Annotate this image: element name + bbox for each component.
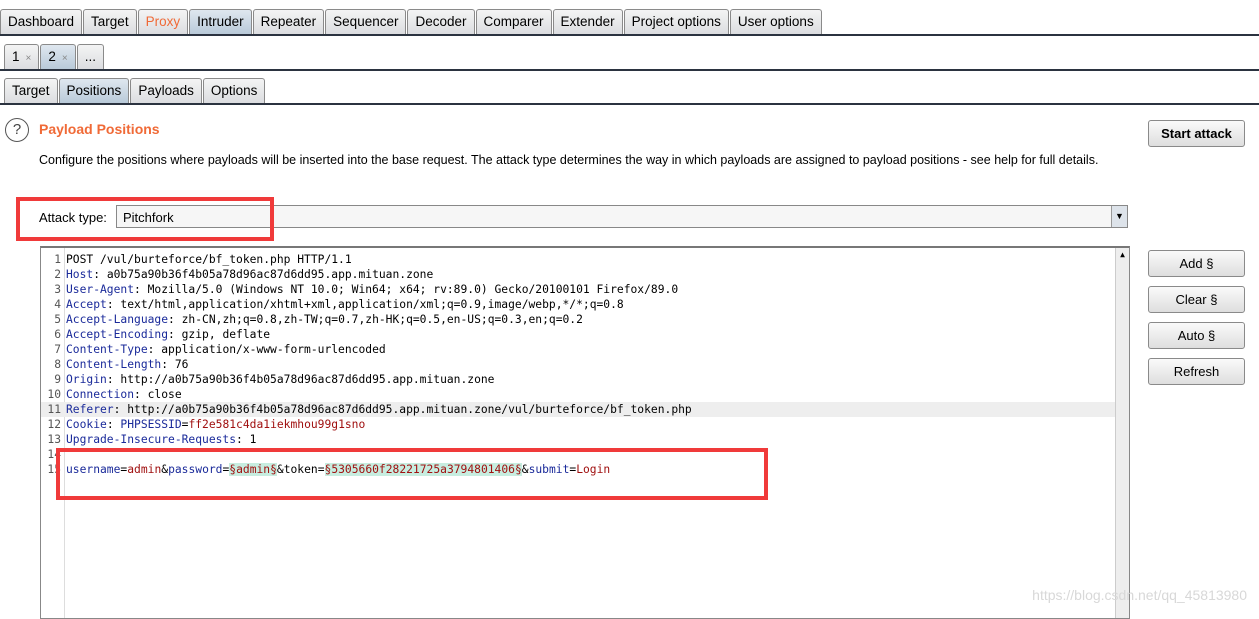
divider xyxy=(0,69,1259,71)
request-text: : close xyxy=(134,388,182,401)
divider xyxy=(0,34,1259,36)
tab-sequencer[interactable]: Sequencer xyxy=(325,9,407,34)
line-number: 9 xyxy=(54,373,61,386)
line-number: 2 xyxy=(54,268,61,281)
line-number: 5 xyxy=(54,313,61,326)
request-text: : application/x-www-form-urlencoded xyxy=(147,343,386,356)
help-icon[interactable]: ? xyxy=(5,118,29,142)
request-line: 4 Accept: text/html,application/xhtml+xml… xyxy=(41,297,1115,312)
request-text: : http://a0b75a90b36f4b05a78d96ac87d6dd9… xyxy=(106,373,495,386)
tab-extender[interactable]: Extender xyxy=(552,9,623,34)
request-text: : gzip, deflate xyxy=(168,328,271,341)
line-number: 11 xyxy=(47,403,61,416)
request-line: 12 Cookie: PHPSESSID=ff2e581c4da1iekmhou9… xyxy=(41,417,1115,432)
tab-target[interactable]: Target xyxy=(4,78,58,103)
request-line: 10 Connection: close xyxy=(41,387,1115,402)
tab-dashboard[interactable]: Dashboard xyxy=(0,9,83,34)
request-text: Accept-Encoding xyxy=(66,328,169,341)
attack-tab-label: ... xyxy=(84,49,96,64)
tab-comparer[interactable]: Comparer xyxy=(475,9,552,34)
auto-button[interactable]: Auto § xyxy=(1148,322,1245,349)
request-text: Host xyxy=(66,268,94,281)
tab-decoder[interactable]: Decoder xyxy=(407,9,475,34)
refresh-button[interactable]: Refresh xyxy=(1148,358,1245,385)
request-text: Accept-Language xyxy=(66,313,169,326)
request-line: 7 Content-Type: application/x-www-form-ur… xyxy=(41,342,1115,357)
request-text: Upgrade-Insecure-Requests xyxy=(66,433,237,446)
tab-payloads[interactable]: Payloads xyxy=(130,78,202,103)
request-line: 8 Content-Length: 76 xyxy=(41,357,1115,372)
request-line: 6 Accept-Encoding: gzip, deflate xyxy=(41,327,1115,342)
request-text: : a0b75a90b36f4b05a78d96ac87d6dd95.app.m… xyxy=(93,268,434,281)
request-text: Accept xyxy=(66,298,107,311)
request-text: : 1 xyxy=(236,433,257,446)
request-line: 1 POST /vul/burteforce/bf_token.php HTTP/… xyxy=(41,252,1115,267)
request-text: Content-Type xyxy=(66,343,148,356)
request-text: User-Agent xyxy=(66,283,135,296)
tab-target[interactable]: Target xyxy=(83,9,137,34)
request-line: 11 Referer: http://a0b75a90b36f4b05a78d96… xyxy=(41,402,1115,417)
clear-button[interactable]: Clear § xyxy=(1148,286,1245,313)
close-icon[interactable]: × xyxy=(26,53,32,64)
main-tabs: Dashboard Target Proxy Intruder Repeater Sequ… xyxy=(0,9,823,34)
tab-intruder[interactable]: Intruder xyxy=(189,9,252,34)
request-text: Cookie xyxy=(66,418,107,431)
attack-tabs: 1 × 2 ×... xyxy=(4,44,105,69)
tab-user-options[interactable]: User options xyxy=(729,9,822,34)
request-line: 9 Origin: http://a0b75a90b36f4b05a78d96ac… xyxy=(41,372,1115,387)
request-text: Referer xyxy=(66,403,114,416)
tab-options[interactable]: Options xyxy=(202,78,266,103)
description: Configure the positions where payloads w… xyxy=(39,153,1099,167)
start-attack-button[interactable]: Start attack xyxy=(1148,120,1245,147)
sub-tabs: Target Positions Payloads Options xyxy=(4,78,266,103)
attack-tab-label: 1 xyxy=(12,49,20,64)
tab-proxy[interactable]: Proxy xyxy=(137,9,189,34)
request-text: Content-Length xyxy=(66,358,162,371)
request-text: Origin xyxy=(66,373,107,386)
line-number: 7 xyxy=(54,343,61,356)
request-line: 5 Accept-Language: zh-CN,zh;q=0.8,zh-TW;q… xyxy=(41,312,1115,327)
tab-positions[interactable]: Positions xyxy=(58,78,130,103)
line-number: 6 xyxy=(54,328,61,341)
attack-tab-label: 2 xyxy=(48,49,56,64)
attack-tab-2[interactable]: 2 × xyxy=(40,44,76,69)
page-title: Payload Positions xyxy=(39,121,160,137)
scroll-up-icon[interactable]: ▲ xyxy=(1116,248,1129,261)
divider xyxy=(0,103,1259,105)
line-number: 12 xyxy=(47,418,61,431)
request-editor[interactable]: 1 POST /vul/burteforce/bf_token.php HTTP/… xyxy=(40,246,1130,619)
add-button[interactable]: Add § xyxy=(1148,250,1245,277)
close-icon[interactable]: × xyxy=(62,53,68,64)
tab-project-options[interactable]: Project options xyxy=(623,9,729,34)
request-text: : text/html,application/xhtml+xml,applic… xyxy=(106,298,624,311)
attack-tab-3[interactable]: ... xyxy=(76,44,104,69)
line-number: 1 xyxy=(54,253,61,266)
request-text: ff2e581c4da1iekmhou99g1sno xyxy=(188,418,366,431)
request-text: POST /vul/burteforce/bf_token.php HTTP/1… xyxy=(66,253,352,266)
request-text: : http://a0b75a90b36f4b05a78d96ac87d6dd9… xyxy=(113,403,692,416)
request-line: 2 Host: a0b75a90b36f4b05a78d96ac87d6dd95.… xyxy=(41,267,1115,282)
request-text: : Mozilla/5.0 (Windows NT 10.0; Win64; x… xyxy=(134,283,679,296)
line-number: 13 xyxy=(47,433,61,446)
chevron-down-icon[interactable]: ▼ xyxy=(1111,206,1127,227)
line-number: 8 xyxy=(54,358,61,371)
request-line: 13 Upgrade-Insecure-Requests: 1 xyxy=(41,432,1115,447)
request-text: PHPSESSID xyxy=(120,418,182,431)
request-text: Connection xyxy=(66,388,135,401)
line-number: 4 xyxy=(54,298,61,311)
line-number: 10 xyxy=(47,388,61,401)
annotation-box xyxy=(16,197,274,241)
request-line: 3 User-Agent: Mozilla/5.0 (Windows NT 10.… xyxy=(41,282,1115,297)
scrollbar[interactable]: ▲ xyxy=(1115,248,1129,618)
line-number: 3 xyxy=(54,283,61,296)
request-text: : 76 xyxy=(161,358,189,371)
request-text: : zh-CN,zh;q=0.8,zh-TW;q=0.7,zh-HK;q=0.5… xyxy=(168,313,583,326)
watermark: https://blog.csdn.net/qq_45813980 xyxy=(1032,587,1247,603)
attack-tab-1[interactable]: 1 × xyxy=(4,44,40,69)
request-text: : xyxy=(106,418,121,431)
tab-repeater[interactable]: Repeater xyxy=(252,9,325,34)
annotation-box xyxy=(56,448,768,500)
